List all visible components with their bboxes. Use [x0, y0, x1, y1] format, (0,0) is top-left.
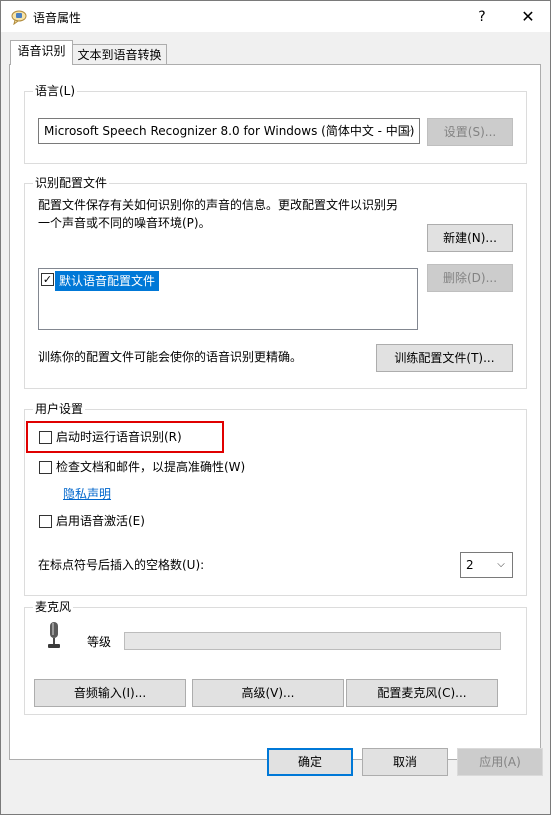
voice-activation-checkbox[interactable]	[39, 515, 52, 528]
highlight-annotation	[26, 421, 224, 453]
level-label: 等级	[87, 635, 112, 649]
tab-speech-recognition[interactable]: 语音识别	[10, 40, 73, 65]
voice-activation-label[interactable]: 启用语音激活(E)	[56, 512, 145, 530]
settings-button[interactable]: 设置(S)...	[427, 118, 513, 146]
spaces-count-value: 2	[466, 558, 474, 572]
language-group-label: 语言(L)	[33, 83, 78, 99]
new-profile-button[interactable]: 新建(N)...	[427, 224, 513, 252]
chevron-down-icon: ⌵	[497, 559, 505, 570]
microphone-group-label: 麦克风	[33, 599, 74, 615]
title-bar: 语音属性 ? ✕	[1, 1, 550, 32]
profile-group: 识别配置文件 配置文件保存有关如何识别你的声音的信息。更改配置文件以识别另 一个…	[24, 175, 527, 389]
train-profile-button[interactable]: 训练配置文件(T)...	[376, 344, 513, 372]
window-title: 语音属性	[33, 11, 82, 25]
train-description: 训练你的配置文件可能会使你的语音识别更精确。	[38, 350, 303, 364]
profile-item-label: 默认语音配置文件	[55, 271, 160, 291]
list-item[interactable]: ✓ 默认语音配置文件	[41, 271, 161, 291]
spaces-count-label: 在标点符号后插入的空格数(U):	[38, 558, 205, 572]
audio-input-button[interactable]: 音频输入(I)...	[34, 679, 186, 707]
profile-group-label: 识别配置文件	[33, 175, 110, 191]
apply-button[interactable]: 应用(A)	[457, 748, 543, 776]
privacy-statement-link[interactable]: 隐私声明	[63, 485, 111, 503]
profile-description-line1: 配置文件保存有关如何识别你的声音的信息。更改配置文件以识别另	[38, 198, 399, 212]
review-documents-label[interactable]: 检查文档和邮件，以提高准确性(W)	[56, 458, 245, 476]
profile-list[interactable]: ✓ 默认语音配置文件	[38, 268, 418, 330]
delete-profile-button[interactable]: 删除(D)...	[427, 264, 513, 292]
language-select-value: Microsoft Speech Recognizer 8.0 for Wind…	[44, 124, 415, 138]
user-settings-group-label: 用户设置	[33, 401, 86, 417]
cancel-button[interactable]: 取消	[362, 748, 448, 776]
profile-description-line2: 一个声音或不同的噪音环境(P)。	[38, 216, 211, 230]
tab-panel: 语言(L) Microsoft Speech Recognizer 8.0 fo…	[9, 64, 543, 776]
speech-app-icon	[11, 10, 27, 25]
checkmark-icon[interactable]: ✓	[41, 273, 54, 286]
language-group: 语言(L) Microsoft Speech Recognizer 8.0 fo…	[24, 83, 527, 164]
close-button[interactable]: ✕	[506, 2, 550, 32]
microphone-icon	[48, 622, 60, 648]
review-documents-checkbox[interactable]	[39, 461, 52, 474]
chevron-down-icon: ⌵	[404, 125, 412, 136]
help-button[interactable]: ?	[471, 5, 493, 29]
spaces-count-select[interactable]: 2 ⌵	[460, 552, 513, 578]
ok-button[interactable]: 确定	[267, 748, 353, 776]
language-select[interactable]: Microsoft Speech Recognizer 8.0 for Wind…	[38, 118, 420, 144]
microphone-group: 麦克风 等级 音频输入(I)... 高级(V)... 配置麦克风(C)...	[24, 599, 527, 715]
microphone-level-bar	[124, 632, 501, 650]
tab-text-to-speech[interactable]: 文本到语音转换	[72, 44, 167, 66]
configure-microphone-button[interactable]: 配置麦克风(C)...	[346, 679, 498, 707]
advanced-button[interactable]: 高级(V)...	[192, 679, 344, 707]
